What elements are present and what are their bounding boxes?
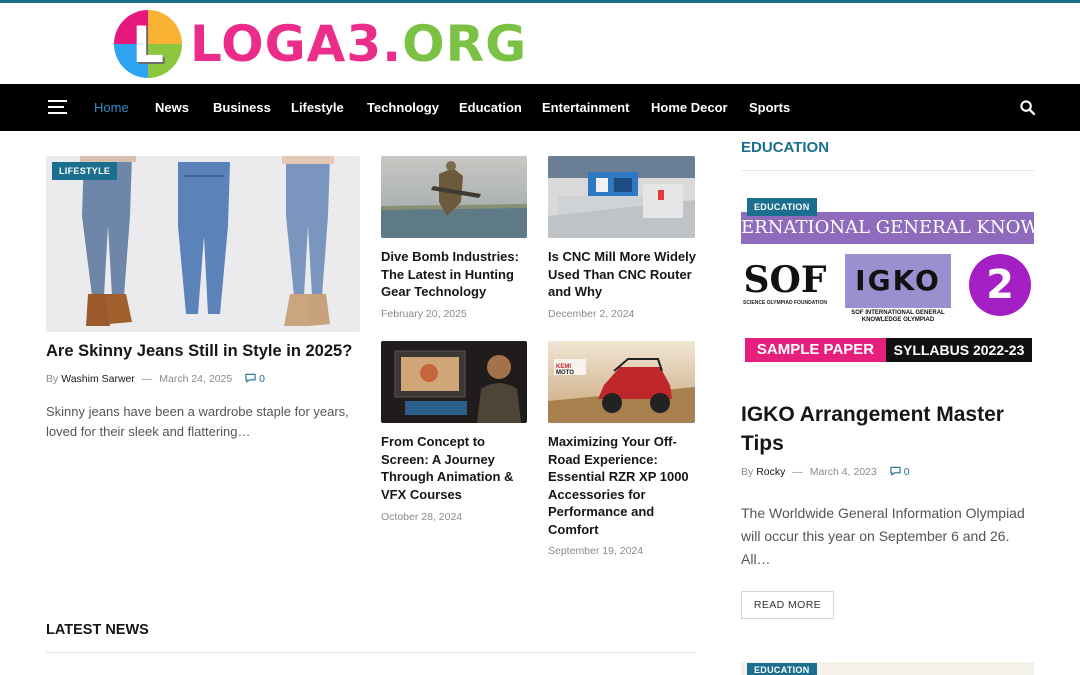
nav-item-business[interactable]: Business — [213, 84, 271, 131]
post-date: March 24, 2025 — [159, 373, 233, 385]
sample-paper-label: SAMPLE PAPER — [745, 338, 886, 362]
nav-item-sports[interactable]: Sports — [749, 84, 790, 131]
author-link[interactable]: Washim Sarwer — [61, 373, 135, 385]
top-accent-line — [0, 0, 1080, 3]
grid-post-title-4[interactable]: Maximizing Your Off-Road Experience: Ess… — [548, 433, 695, 538]
grid-image-animation[interactable] — [381, 341, 527, 423]
sidebar-post-excerpt: The Worldwide General Information Olympi… — [741, 505, 1025, 567]
author-link[interactable]: Rocky — [756, 466, 785, 478]
igko-caption: SOF INTERNATIONAL GENERAL KNOWLEDGE OLYM… — [851, 310, 945, 323]
sof-caption: SCIENCE OLYMPIAD FOUNDATION — [743, 300, 827, 306]
nav-item-lifestyle[interactable]: Lifestyle — [291, 84, 344, 131]
hamburger-icon[interactable] — [48, 100, 67, 114]
category-badge-lifestyle[interactable]: LIFESTYLE — [52, 162, 118, 180]
grid-image-hunting[interactable] — [381, 156, 527, 238]
featured-post-excerpt: Skinny jeans have been a wardrobe staple… — [46, 404, 349, 439]
syllabus-label: SYLLABUS 2022-23 — [886, 338, 1032, 362]
nav-item-news[interactable]: News — [155, 84, 189, 131]
nav-item-entertainment[interactable]: Entertainment — [542, 84, 629, 131]
logo-mark: L — [114, 10, 182, 78]
igko-logo: IGKO — [845, 254, 951, 308]
logo-text: LOGA3.ORG — [190, 15, 528, 73]
category-badge-education-next[interactable]: EDUCATION — [747, 663, 817, 675]
grid-image-cnc[interactable] — [548, 156, 695, 238]
comment-count[interactable]: 0 — [890, 466, 910, 478]
sidebar-divider — [741, 170, 1034, 171]
main-nav: Home News Business Lifestyle Technology … — [0, 84, 1080, 131]
read-more-button[interactable]: READ MORE — [741, 591, 834, 619]
featured-image-jeans[interactable] — [46, 156, 360, 332]
grid-post-title-1[interactable]: Dive Bomb Industries: The Latest in Hunt… — [381, 248, 527, 301]
grid-post-date-3: October 28, 2024 — [381, 511, 463, 523]
sidebar-post-meta: By Rocky — March 4, 2023 0 — [741, 466, 910, 478]
comment-count[interactable]: 0 — [245, 373, 265, 385]
post-date: March 4, 2023 — [809, 466, 877, 478]
latest-news-heading: LATEST NEWS — [46, 622, 149, 638]
comment-icon — [890, 466, 901, 476]
nav-item-technology[interactable]: Technology — [367, 84, 439, 131]
grid-post-date-2: December 2, 2024 — [548, 308, 635, 320]
section-divider — [46, 652, 696, 653]
site-logo[interactable]: L LOGA3.ORG — [114, 9, 527, 79]
grid-post-date-1: February 20, 2025 — [381, 308, 467, 320]
grid-post-title-3[interactable]: From Concept to Screen: A Journey Throug… — [381, 433, 527, 503]
grid-post-date-4: September 19, 2024 — [548, 545, 644, 557]
featured-post-title[interactable]: Are Skinny Jeans Still in Style in 2025? — [46, 342, 366, 361]
comment-icon — [245, 373, 256, 383]
svg-text:MOTO: MOTO — [556, 370, 574, 376]
featured-post-meta: By Washim Sarwer — March 24, 2025 0 — [46, 373, 265, 385]
nav-item-education[interactable]: Education — [459, 84, 522, 131]
category-badge-education[interactable]: EDUCATION — [747, 198, 817, 216]
sof-logo: SOF — [743, 259, 827, 301]
grid-post-title-2[interactable]: Is CNC Mill More Widely Used Than CNC Ro… — [548, 248, 698, 301]
search-icon[interactable] — [1020, 100, 1035, 115]
sidebar-image-igko[interactable]: ERNATIONAL GENERAL KNOWLEDGE OLYMPI SOF … — [741, 210, 1034, 365]
nav-item-home[interactable]: Home — [94, 84, 129, 131]
grid-image-rzr[interactable]: KEMI MOTO — [548, 341, 695, 423]
sidebar-heading: EDUCATION — [741, 139, 830, 156]
level-badge: 2 — [969, 254, 1031, 316]
image-banner-text: ERNATIONAL GENERAL KNOWLEDGE OLYMPI — [741, 212, 1034, 244]
nav-item-home-decor[interactable]: Home Decor — [651, 84, 728, 131]
sidebar-post-title[interactable]: IGKO Arrangement Master Tips — [741, 400, 1034, 458]
